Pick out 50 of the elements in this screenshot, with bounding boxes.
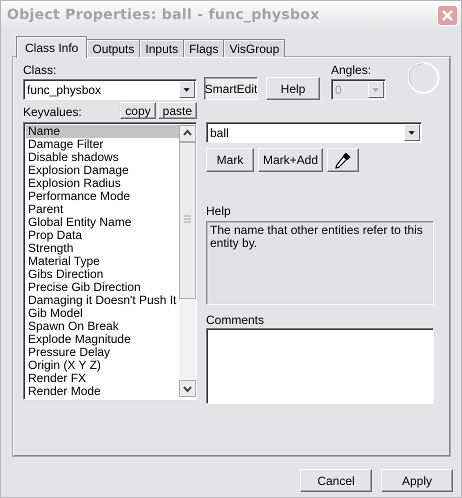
keyvalue-item[interactable]: Strength <box>26 242 179 255</box>
comments-label: Comments <box>206 313 266 326</box>
keyvalue-item[interactable]: Explosion Damage <box>26 164 179 177</box>
keyvalue-item[interactable]: Disable shadows <box>26 151 179 164</box>
tab[interactable]: Outputs <box>86 39 140 57</box>
clipboard-button[interactable]: paste <box>158 102 197 119</box>
keyvalues-label: Keyvalues: <box>23 105 83 119</box>
angles-label: Angles: <box>331 63 372 77</box>
class-label: Class: <box>23 63 58 77</box>
eyedropper-button[interactable] <box>327 148 359 172</box>
eyedropper-icon <box>333 150 353 170</box>
scroll-thumb[interactable] <box>179 142 196 299</box>
tab[interactable]: Flags <box>183 39 224 57</box>
mark-button[interactable]: Mark <box>206 148 254 172</box>
smartedit-button[interactable]: SmartEdit <box>204 77 258 100</box>
keyvalue-item[interactable]: Render FX <box>26 372 179 385</box>
help-button[interactable]: Help <box>266 77 320 100</box>
tab[interactable]: Inputs <box>139 39 184 57</box>
keyvalue-item[interactable]: Damaging it Doesn't Push It <box>26 294 179 307</box>
mark-button[interactable]: Mark+Add <box>258 148 323 172</box>
keyvalue-item[interactable]: Material Type <box>26 255 179 268</box>
help-label: Help <box>206 204 232 217</box>
keyvalue-item[interactable]: Render Mode <box>26 385 179 397</box>
class-dropdown[interactable]: func_physbox <box>23 79 197 100</box>
keyvalue-item[interactable]: Explosion Radius <box>26 177 179 190</box>
keyvalue-item[interactable]: Parent <box>26 203 179 216</box>
scroll-up-icon[interactable] <box>179 125 196 142</box>
keyvalue-item[interactable]: Damage Filter <box>26 138 179 151</box>
dialog-button[interactable]: Cancel <box>300 469 372 492</box>
keyvalue-item[interactable]: Prop Data <box>26 229 179 242</box>
clipboard-button[interactable]: copy <box>120 102 156 119</box>
value-dropdown[interactable]: ball <box>206 122 422 143</box>
keyvalue-item[interactable]: Origin (X Y Z) <box>26 359 179 372</box>
keyvalue-item[interactable]: Global Entity Name <box>26 216 179 229</box>
window-title: Object Properties: ball - func_physbox <box>7 7 320 23</box>
comments-field[interactable] <box>206 328 434 404</box>
keyvalue-item[interactable]: Spawn On Break <box>26 320 179 333</box>
keyvalue-item[interactable]: Explode Magnitude <box>26 333 179 346</box>
keyvalue-item[interactable]: Pressure Delay <box>26 346 179 359</box>
tab[interactable]: VisGroup <box>223 39 286 57</box>
keyvalue-item[interactable]: Precise Gib Direction <box>26 281 179 294</box>
help-text: The name that other entities refer to this entity by. <box>206 221 434 305</box>
keyvalue-item[interactable]: Name <box>26 125 179 138</box>
dialog-button[interactable]: Apply <box>381 469 453 492</box>
scroll-down-icon[interactable] <box>179 380 196 397</box>
tab[interactable]: Class Info <box>16 36 88 58</box>
keyvalue-item[interactable]: Performance Mode <box>26 190 179 203</box>
keyvalue-item[interactable]: Gib Model <box>26 307 179 320</box>
keyvalue-item[interactable]: Gibs Direction <box>26 268 179 281</box>
scrollbar[interactable] <box>179 125 196 397</box>
